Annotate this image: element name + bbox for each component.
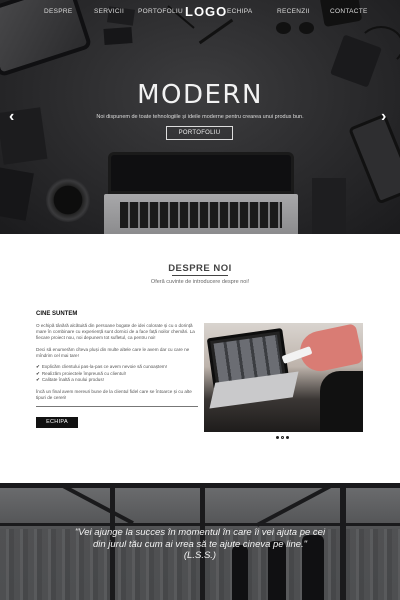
list-item-label: Calitate înaltă a noului produs!: [41, 377, 104, 383]
echipa-button[interactable]: ECHIPA: [36, 416, 78, 428]
hero-title: MODERN: [137, 80, 263, 110]
team-photo: [204, 323, 363, 432]
nav-item-portofoliu[interactable]: PORTOFOLIU: [138, 8, 183, 15]
nav-item-despre[interactable]: DESPRE: [44, 8, 73, 15]
glasses-image: [276, 22, 314, 36]
divider: [36, 405, 198, 407]
quote-line: "Vei ajunge la succes în momentul în car…: [74, 527, 326, 538]
phone-image: [348, 113, 400, 205]
hero-subtitle: Noi dispunem de toate tehnologiile și id…: [96, 114, 304, 120]
section-title: DESPRE NOI: [168, 263, 232, 274]
list-item: ✔ Explicăm clientului pas-la-pas ce avem …: [36, 364, 198, 371]
list-item-label: Realizăm proiectele împreună cu clientul…: [41, 370, 126, 376]
slider-dot[interactable]: [276, 436, 279, 439]
section-subtitle: Oferă cuvinte de introducere despre noi!: [150, 279, 250, 285]
quote-section: "Vei ajunge la succes în momentul în car…: [0, 483, 400, 600]
slider-dots: [276, 436, 296, 440]
laptop-base: [104, 194, 298, 234]
laptop-keyboard: [120, 202, 282, 228]
person-image: [320, 371, 363, 432]
list-item: ✔ Calitate înaltă a noului produs!: [36, 377, 198, 384]
about-paragraph: O echipă tânără alcătuită din persoane b…: [36, 323, 195, 340]
about-paragraph: Încă un final avem mereuri bune de la cl…: [36, 388, 192, 400]
nav-item-recenzii[interactable]: RECENZII: [277, 8, 310, 15]
laptop-image: [104, 152, 298, 234]
title-underline: [172, 275, 228, 276]
portofoliu-button[interactable]: PORTOFOLIU: [166, 126, 233, 140]
check-icon: ✔: [36, 377, 40, 383]
about-section: DESPRE NOI Oferă cuvinte de introducere …: [0, 234, 400, 483]
coffee-cup-image: [46, 178, 90, 222]
laptop-screen: [108, 152, 294, 194]
card-image: [103, 27, 133, 45]
logo[interactable]: LOGO: [185, 4, 227, 19]
about-paragraph: Deci să enumerăm cîteva pluși din multe …: [36, 347, 190, 358]
quote-author: (L.S.S.): [183, 550, 217, 561]
slider-dot[interactable]: [281, 436, 284, 439]
main-nav: DESPRE SERVICII PORTOFOLIU LOGO ECHIPA R…: [0, 0, 400, 24]
check-icon: ✔: [36, 364, 40, 369]
about-text-column: CINE SUNTEM O echipă tânără alcătuită di…: [36, 311, 198, 428]
notebook-image: [0, 167, 34, 221]
nav-item-servicii[interactable]: SERVICII: [94, 8, 124, 15]
list-item: ✔ Realizăm proiectele împreună cu clientu…: [36, 371, 198, 378]
list-item-label: Explicăm clientului pas-la-pas ce avem n…: [41, 364, 167, 369]
cable-image: [358, 26, 400, 66]
about-heading: CINE SUNTEM: [36, 311, 78, 317]
chevron-right-icon[interactable]: ›: [381, 108, 386, 126]
slider-dot[interactable]: [286, 436, 289, 439]
nav-item-echipa[interactable]: ECHIPA: [227, 8, 253, 15]
nav-item-contacte[interactable]: CONTACTE: [330, 8, 368, 15]
book-image: [312, 178, 346, 234]
quote-line: din jurul tău cum ai vrea să te ajute ci…: [92, 538, 308, 550]
benefits-list: ✔ Explicăm clientului pas-la-pas ce avem …: [36, 364, 198, 384]
quote-text: "Vei ajunge la succes în momentul în car…: [60, 527, 340, 562]
check-icon: ✔: [36, 370, 40, 376]
hero-section: DESPRE SERVICII PORTOFOLIU LOGO ECHIPA R…: [0, 0, 400, 234]
chevron-left-icon[interactable]: ‹: [9, 108, 14, 126]
